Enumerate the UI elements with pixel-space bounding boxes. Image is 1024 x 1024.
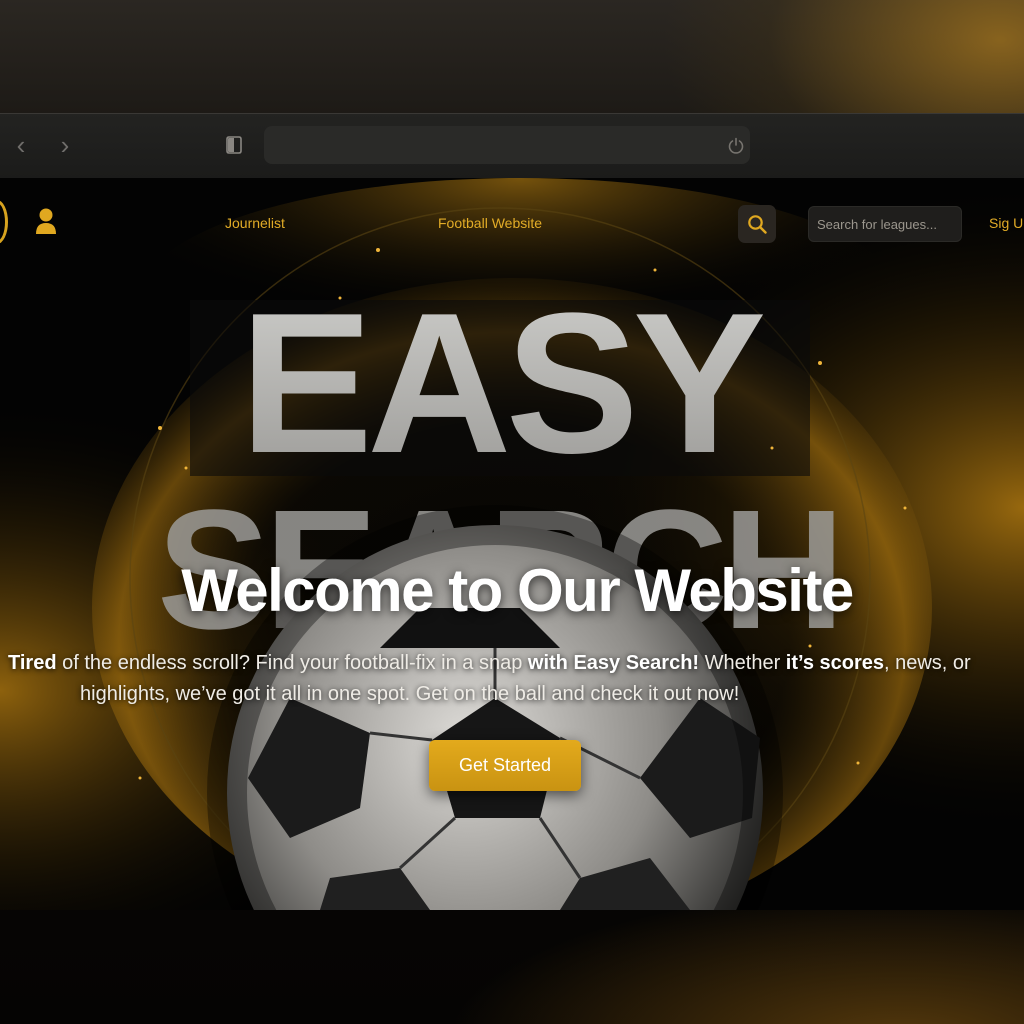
shield-icon[interactable] (226, 136, 242, 154)
site-header: Journelist Football Website Sig U (0, 178, 1024, 268)
search-icon (748, 215, 767, 234)
back-arrow-icon[interactable]: ‹ (8, 132, 34, 158)
address-bar[interactable] (264, 126, 750, 164)
user-icon[interactable] (34, 206, 58, 236)
forward-arrow-icon[interactable]: › (52, 132, 78, 158)
reload-icon[interactable] (727, 137, 745, 155)
desc-text: of the endless scroll? Find your footbal… (56, 652, 528, 674)
hero-title: Welcome to Our Website (181, 557, 854, 624)
website-viewport: EASY SEARCH (0, 178, 1024, 910)
get-started-button[interactable]: Get Started (429, 740, 581, 791)
desc-bold-easy-search: with Easy Search! (527, 652, 700, 674)
signup-link[interactable]: Sig U (989, 215, 1023, 231)
desc-text: , news, or (884, 652, 971, 674)
desc-bold-tired: Tired (8, 652, 57, 674)
hero-artwork: EASY SEARCH (0, 178, 1024, 910)
desktop-background: ‹ › EASY Journelist Football Website Sea… (0, 0, 1024, 1024)
hero-description-line-1: Tired of the endless scroll? Find your f… (8, 648, 971, 679)
hero-description-line-2: highlights, we’ve got it all in one spot… (80, 683, 740, 705)
desc-bold-scores: it’s scores (785, 652, 884, 674)
desc-text: Whether (699, 652, 786, 674)
search-button[interactable] (738, 205, 776, 243)
logo-ball-icon[interactable] (0, 200, 8, 244)
search-input[interactable] (808, 206, 962, 242)
nav-link-journelist[interactable]: Journelist (225, 215, 285, 231)
backdrop-word-easy: EASY (240, 272, 764, 495)
nav-link-football-website[interactable]: Football Website (438, 215, 542, 231)
